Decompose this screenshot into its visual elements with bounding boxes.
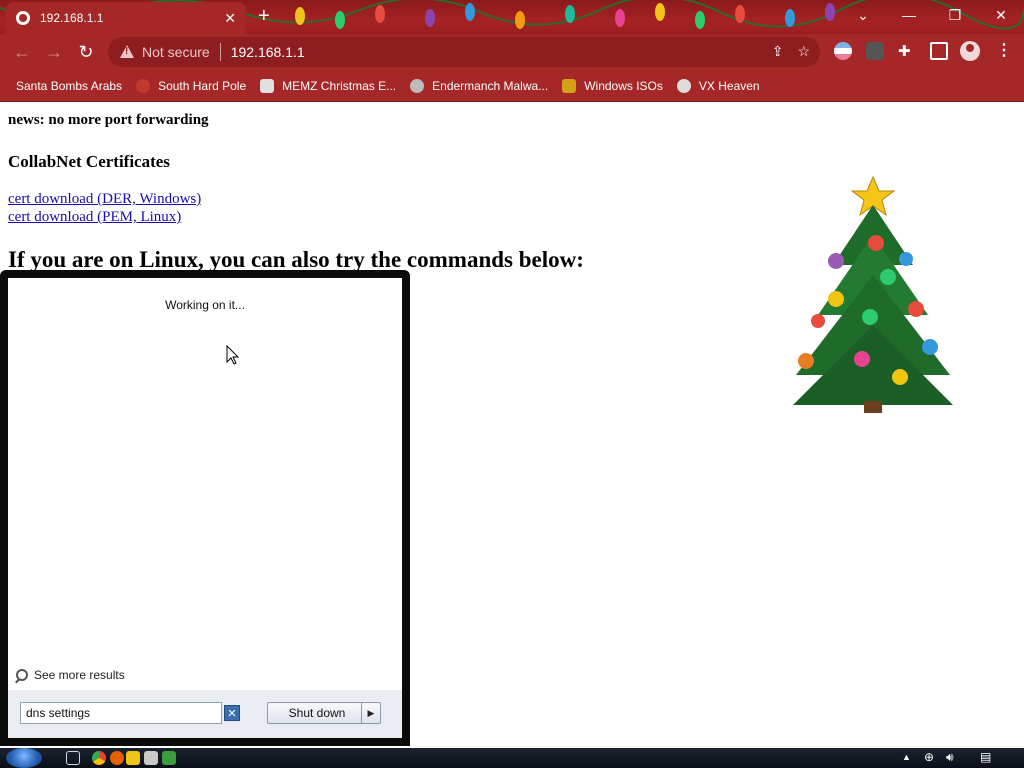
back-arrow-icon[interactable]: ←	[10, 40, 34, 64]
mouse-cursor-icon	[226, 345, 240, 365]
reload-icon[interactable]: ↻	[74, 40, 98, 64]
bookmarks-bar: Santa Bombs Arabs South Hard Pole MEMZ C…	[0, 70, 1024, 102]
network-globe-icon[interactable]: ⊕	[924, 750, 934, 764]
omnibox-divider	[219, 43, 221, 61]
bookmark-item[interactable]: VX Heaven	[676, 78, 760, 93]
warning-icon[interactable]	[120, 45, 134, 59]
cert-pem-link[interactable]: cert download (PEM, Linux)	[8, 209, 181, 226]
see-more-label: See more results	[34, 668, 125, 682]
cert-heading: CollabNet Certificates	[8, 152, 170, 171]
bookmark-item[interactable]: Santa Bombs Arabs	[16, 79, 122, 93]
address-bar[interactable]: Not secure 192.168.1.1 ⇪ ☆	[108, 37, 820, 67]
share-icon[interactable]: ⇪	[772, 43, 784, 60]
shutdown-button[interactable]: Shut down	[267, 702, 367, 724]
bookmark-label: VX Heaven	[698, 78, 760, 93]
cert-der-link[interactable]: cert download (DER, Windows)	[8, 191, 201, 208]
raccoon-icon	[410, 78, 425, 93]
bookmark-label: South Hard Pole	[158, 78, 247, 93]
start-menu-results: Working on it... See more results	[8, 278, 402, 690]
see-more-results-link[interactable]: See more results	[16, 668, 125, 682]
kebab-menu-icon[interactable]: ⋮	[996, 40, 1012, 60]
extension-s-icon[interactable]	[866, 42, 884, 60]
side-panel-icon[interactable]	[930, 42, 948, 60]
bookmark-label: MEMZ Christmas E...	[282, 78, 397, 93]
bookmark-item[interactable]: Endermanch Malwa...	[410, 78, 549, 93]
green-app-icon[interactable]	[162, 751, 176, 765]
bookmark-label: Windows ISOs	[584, 78, 663, 93]
christmas-tree-image	[793, 175, 953, 413]
folder-icon[interactable]	[126, 751, 140, 765]
app-icon[interactable]	[144, 751, 158, 765]
profile-avatar-icon[interactable]	[960, 41, 980, 61]
taskbar: ▲ ⊕ 🔊︎ ▤	[0, 748, 1024, 768]
browser-window: 192.168.1.1 ✕ + ⌄ — ❐ ✕ ← → ↻ Not secure…	[0, 0, 1024, 748]
notification-icon[interactable]: ▤	[980, 750, 991, 764]
extension-flag-icon[interactable]	[834, 42, 852, 60]
tab-title: 192.168.1.1	[40, 11, 104, 25]
firefox-icon[interactable]	[110, 751, 124, 765]
start-orb-icon[interactable]	[6, 748, 42, 768]
skull-icon	[676, 78, 691, 93]
restore-button[interactable]: ❐	[932, 0, 978, 30]
tab-strip: 192.168.1.1 ✕ + ⌄ — ❐ ✕	[0, 0, 1024, 34]
tab-close-icon[interactable]: ✕	[224, 10, 236, 27]
tray-overflow-icon[interactable]: ▲	[902, 752, 911, 762]
page-icon	[260, 78, 275, 93]
tab-active[interactable]: 192.168.1.1 ✕	[6, 2, 246, 34]
chrome-icon[interactable]	[92, 751, 106, 765]
search-status: Working on it...	[165, 298, 245, 312]
virus-icon	[136, 78, 151, 93]
browser-toolbar: ← → ↻ Not secure 192.168.1.1 ⇪ ☆ ✚ ⋮	[0, 34, 1024, 70]
bookmark-label: Endermanch Malwa...	[432, 78, 549, 93]
start-search-input[interactable]: dns settings	[20, 702, 222, 724]
globe-icon	[16, 11, 30, 25]
tab-search-icon[interactable]: ⌄	[840, 0, 886, 30]
task-view-icon[interactable]	[66, 751, 80, 765]
close-window-button[interactable]: ✕	[978, 0, 1024, 30]
clear-search-icon[interactable]: ✕	[224, 705, 240, 721]
bookmark-item[interactable]: South Hard Pole	[136, 78, 247, 93]
start-menu-bottom: dns settings ✕ Shut down ▶	[8, 690, 402, 738]
bookmark-item[interactable]: Windows ISOs	[562, 78, 663, 93]
search-icon	[16, 669, 28, 681]
forward-arrow-icon[interactable]: →	[42, 40, 66, 64]
url-text[interactable]: 192.168.1.1	[231, 44, 305, 60]
news-line: news: no more port forwarding	[8, 112, 209, 128]
volume-icon[interactable]: 🔊︎	[946, 750, 954, 765]
new-tab-button[interactable]: +	[258, 5, 270, 27]
security-label[interactable]: Not secure	[142, 44, 210, 60]
bookmark-label: Santa Bombs Arabs	[16, 78, 123, 93]
start-menu: Working on it... See more results dns se…	[0, 270, 410, 746]
omnibox-actions: ⇪ ☆	[772, 43, 810, 60]
shutdown-options-arrow-icon[interactable]: ▶	[361, 702, 381, 724]
figure-icon	[562, 78, 577, 93]
star-icon[interactable]: ☆	[797, 43, 810, 60]
puzzle-extensions-icon[interactable]: ✚	[898, 42, 916, 60]
bookmark-item[interactable]: MEMZ Christmas E...	[260, 78, 397, 93]
minimize-button[interactable]: —	[886, 0, 932, 30]
